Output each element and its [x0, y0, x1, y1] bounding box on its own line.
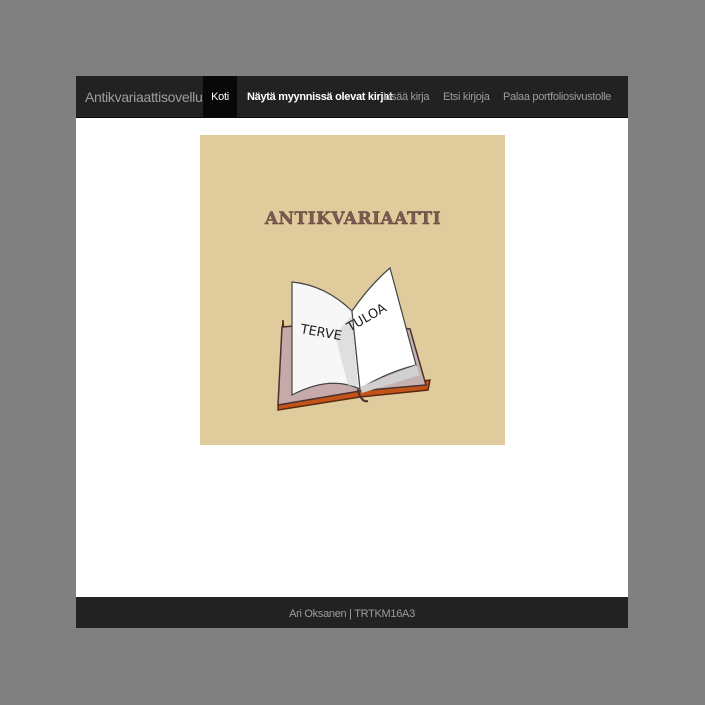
app-window: Antikvariaattisovellus Koti Näytä myynni… [76, 76, 628, 628]
nav-item-portfolio[interactable]: Palaa portfoliosivustolle [503, 76, 611, 118]
nav-item-add-book[interactable]: Lisää kirja [383, 76, 430, 118]
nav-item-koti[interactable]: Koti [203, 76, 237, 118]
footer-text: Ari Oksanen | TRTKM16A3 [289, 608, 415, 620]
welcome-image: ANTIKVARIAATTI TERVE TULOA [200, 135, 505, 445]
navbar-brand[interactable]: Antikvariaattisovellus [85, 76, 209, 118]
nav-item-books-for-sale[interactable]: Näytä myynnissä olevat kirjat [247, 76, 393, 118]
hero-title: ANTIKVARIAATTI [264, 209, 441, 229]
navbar: Antikvariaattisovellus Koti Näytä myynni… [76, 76, 628, 118]
nav-item-search-books[interactable]: Etsi kirjoja [443, 76, 490, 118]
footer: Ari Oksanen | TRTKM16A3 [76, 597, 628, 628]
